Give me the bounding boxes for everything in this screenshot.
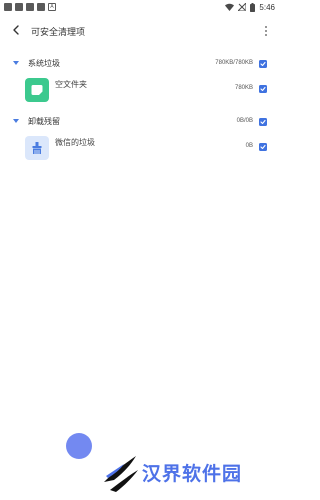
more-options-button[interactable]: [261, 23, 271, 39]
group-size: 780KB/780KB: [215, 60, 253, 66]
watermark-text: 汉界软件园: [142, 463, 243, 485]
status-time: 5:46: [259, 2, 275, 12]
list-item-wechat-junk[interactable]: 微信的垃圾 0B: [0, 134, 281, 162]
page-title: 可安全清理项: [31, 28, 86, 38]
group-size: 0B/0B: [236, 118, 253, 124]
check-icon: [260, 119, 266, 125]
check-icon: [260, 86, 266, 92]
item-checkbox[interactable]: [259, 143, 267, 151]
folder-icon: [25, 78, 49, 102]
item-size: 0B: [245, 143, 253, 149]
caret-down-icon[interactable]: [13, 119, 19, 123]
broom-icon: [25, 136, 49, 160]
notification-square-icon: [26, 3, 34, 11]
signal-icon: [238, 3, 247, 11]
more-vertical-icon: [265, 26, 267, 28]
caret-down-icon[interactable]: [13, 61, 19, 65]
group-header-system-junk[interactable]: 系统垃圾 780KB/780KB: [0, 57, 281, 71]
app-header: 可安全清理项: [0, 16, 281, 46]
list-item-empty-folder[interactable]: 空文件夹 780KB: [0, 76, 281, 104]
floating-action-button[interactable]: [66, 433, 92, 459]
group-checkbox[interactable]: [259, 118, 267, 126]
back-button[interactable]: [8, 22, 24, 38]
wifi-icon: [225, 3, 235, 11]
item-size: 780KB: [234, 85, 253, 91]
battery-icon: [250, 2, 256, 12]
chevron-left-icon: [13, 25, 19, 35]
notification-square-icon: [37, 3, 45, 11]
group-title: 系统垃圾: [28, 59, 60, 68]
check-icon: [260, 61, 266, 67]
group-header-uninstall-residue[interactable]: 卸载残留 0B/0B: [0, 115, 281, 129]
notification-square-icon: [4, 3, 12, 11]
group-title: 卸载残留: [28, 117, 60, 126]
item-label: 微信的垃圾: [55, 138, 95, 147]
group-checkbox[interactable]: [259, 60, 267, 68]
status-bar: A 5:46: [0, 0, 281, 14]
item-label: 空文件夹: [55, 80, 87, 89]
watermark-logo-icon: [104, 456, 138, 492]
check-icon: [260, 144, 266, 150]
notification-square-icon: [15, 3, 23, 11]
item-checkbox[interactable]: [259, 85, 267, 93]
notification-a-icon: A: [48, 3, 56, 11]
